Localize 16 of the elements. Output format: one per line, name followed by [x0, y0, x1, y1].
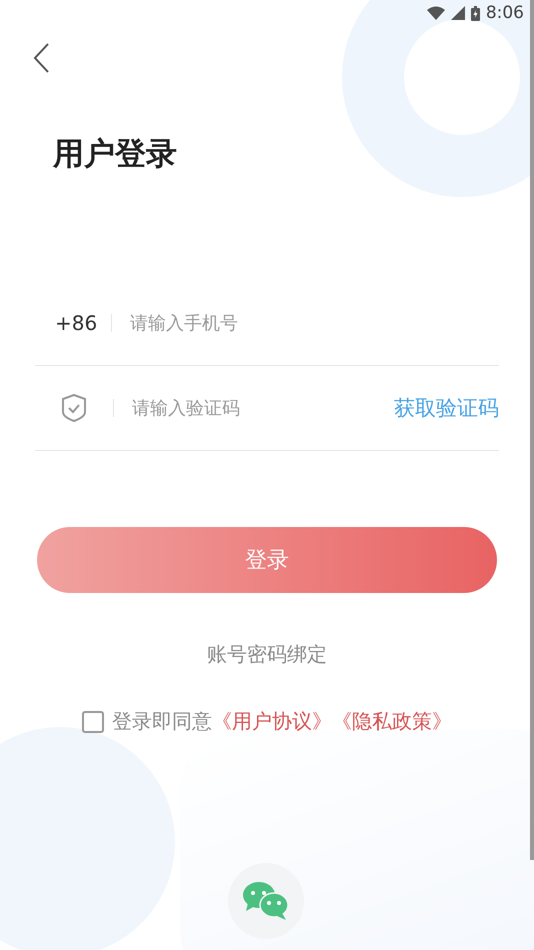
get-code-button[interactable]: 获取验证码 — [394, 394, 499, 422]
chat-bubbles-icon — [242, 881, 290, 921]
signal-icon — [450, 6, 465, 20]
policy-link[interactable]: 《隐私政策》 — [332, 708, 452, 735]
country-code[interactable]: +86 — [35, 311, 111, 335]
account-bind-link[interactable]: 账号密码绑定 — [207, 641, 327, 668]
status-time: 8:06 — [486, 3, 524, 23]
code-input-field[interactable]: 请输入验证码 — [132, 398, 394, 418]
page-title: 用户登录 — [53, 135, 178, 174]
phone-input-field[interactable]: 请输入手机号 — [130, 312, 499, 334]
agreement-checkbox[interactable] — [82, 710, 104, 732]
shield-icon — [61, 393, 87, 423]
login-button[interactable]: 登录 — [37, 527, 497, 593]
policy-link[interactable]: 《用户协议》 — [212, 708, 332, 735]
agreement-text: 登录即同意 — [112, 708, 212, 735]
wifi-icon — [426, 6, 445, 20]
